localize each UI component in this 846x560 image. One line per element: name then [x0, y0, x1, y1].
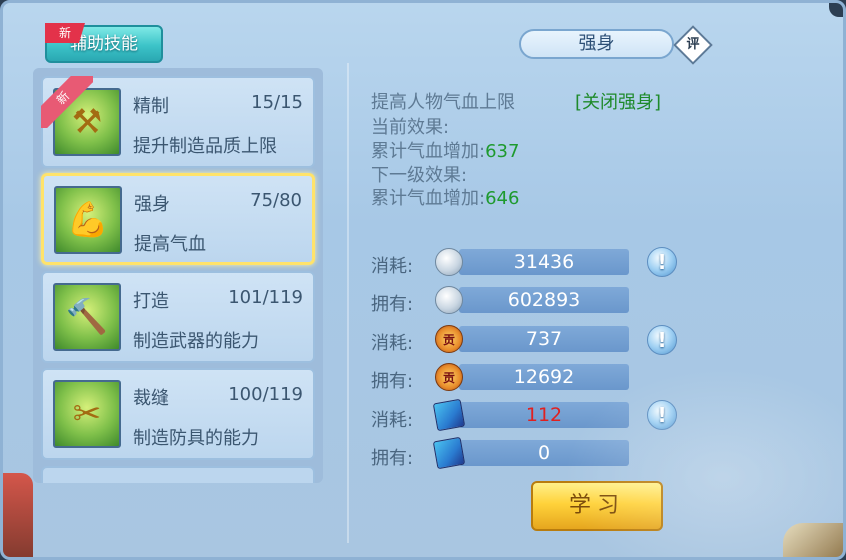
cost-value-silver: 31436 [459, 249, 629, 275]
skill-name: 精制 [133, 96, 169, 117]
next-effect-line: 累计气血增加:646 [371, 184, 519, 210]
next-effect-text: 累计气血增加: [371, 188, 486, 209]
column-divider [347, 63, 349, 543]
contribution-badge-icon: 贡 [435, 325, 463, 353]
skill-level: 101/119 [228, 287, 303, 308]
skill-desc: 制造武器的能力 [133, 331, 259, 352]
tab-new-badge: 新 [45, 23, 85, 43]
own-value-silver: 602893 [459, 287, 629, 313]
help-button[interactable]: ! [647, 325, 677, 355]
next-effect-value: 646 [485, 188, 520, 209]
skill-level: 15/15 [251, 92, 303, 113]
skill-name: 打造 [133, 291, 169, 312]
learn-button[interactable]: 学习 [531, 481, 663, 531]
skill-desc: 制造防具的能力 [133, 428, 259, 449]
skill-book-icon [432, 398, 466, 432]
help-button[interactable]: ! [647, 400, 677, 430]
skill-desc: 提升制造品质上限 [133, 136, 277, 157]
skill-name: 裁缝 [133, 388, 169, 409]
skill-card-partial[interactable] [41, 466, 315, 483]
own-label: 拥有: [371, 448, 414, 469]
strong-man-icon: 💪 [54, 186, 122, 254]
skill-card-refine[interactable]: ⚒ 新 精制 15/15 提升制造品质上限 [41, 76, 315, 168]
scissors-cloth-icon: ✂ [53, 380, 121, 448]
silver-coin-icon [435, 248, 463, 276]
help-button[interactable]: ! [647, 247, 677, 277]
hammer-anvil-icon: 🔨 [53, 283, 121, 351]
card-new-badge: 新 [41, 76, 93, 128]
skill-card-tailor[interactable]: ✂ 裁缝 100/119 制造防具的能力 [41, 368, 315, 460]
corner-ornament-top-right [829, 3, 843, 17]
corner-ornament-right [783, 523, 843, 557]
cost-value-contribution: 737 [459, 326, 629, 352]
skill-level: 100/119 [228, 384, 303, 405]
cost-label: 消耗: [371, 333, 414, 354]
current-effect-line: 累计气血增加:637 [371, 137, 519, 163]
cost-label: 消耗: [371, 256, 414, 277]
silver-coin-icon [435, 286, 463, 314]
own-value-contribution: 12692 [459, 364, 629, 390]
skill-card-strong-body[interactable]: 💪 强身 75/80 提高气血 [41, 173, 315, 265]
skill-summary: 提高人物气血上限 [371, 92, 515, 113]
toggle-skill-link[interactable]: [关闭强身] [575, 88, 661, 114]
rate-icon[interactable]: 评 [673, 25, 713, 65]
skill-name: 强身 [134, 194, 170, 215]
skill-list[interactable]: ⚒ 新 精制 15/15 提升制造品质上限 💪 强身 75/80 提高气血 🔨 … [33, 68, 323, 483]
own-label: 拥有: [371, 294, 414, 315]
skill-level: 75/80 [250, 190, 302, 211]
contribution-badge-icon: 贡 [435, 363, 463, 391]
skill-desc: 提高气血 [134, 234, 206, 255]
current-effect-text: 累计气血增加: [371, 141, 486, 162]
cost-label: 消耗: [371, 410, 414, 431]
corner-ornament-left [3, 473, 33, 557]
current-effect-value: 637 [485, 141, 520, 162]
skill-title: 强身 [519, 29, 674, 59]
current-effect-label: 当前效果: [371, 117, 450, 138]
skill-book-icon [432, 436, 466, 470]
own-value-skill-book: 0 [459, 440, 629, 466]
skill-panel: 辅助技能 新 ⚒ 新 精制 15/15 提升制造品质上限 💪 强身 75/80 … [0, 0, 846, 560]
skill-card-forge[interactable]: 🔨 打造 101/119 制造武器的能力 [41, 271, 315, 363]
own-label: 拥有: [371, 371, 414, 392]
cost-value-skill-book: 112 [459, 402, 629, 428]
